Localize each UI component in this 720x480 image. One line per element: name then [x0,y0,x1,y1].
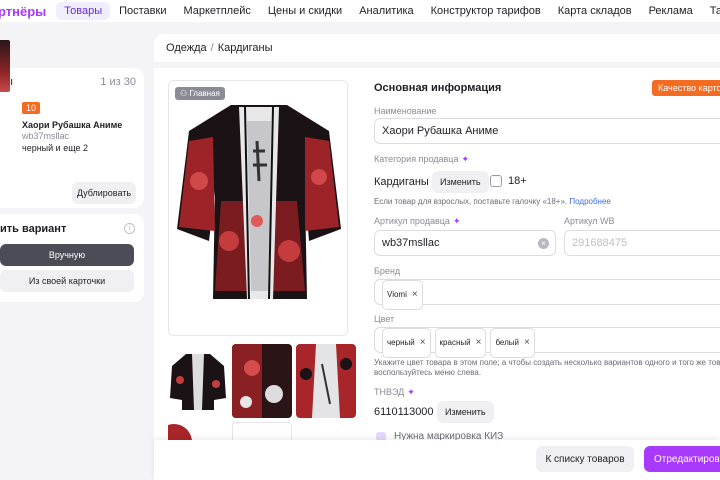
adult-hint: Если товар для взрослых, поставьте галоч… [374,197,611,206]
nav-item-ads[interactable]: Реклама [641,2,701,20]
brand-label: Бренд [374,266,401,276]
info-icon[interactable]: i [124,223,135,234]
add-variant-panel: ить вариант i Вручную Из своей карточки [0,214,144,302]
nav-item-prices[interactable]: Цены и скидки [260,2,350,20]
brand-chip[interactable]: Viomi × [382,280,423,310]
breadcrumb-item[interactable]: Одежда [166,42,207,54]
nav-item-tariff-builder[interactable]: Конструктор тарифов [423,2,549,20]
wb-article-label: Артикул WB [564,216,615,226]
tnved-label: ТНВЭД ✦ [374,387,415,397]
manual-button[interactable]: Вручную [0,244,134,266]
product-list-header: ты 1 из 30 [0,76,136,88]
nav-item-supplies[interactable]: Поставки [111,2,174,20]
back-to-list-button[interactable]: К списку товаров [536,446,634,472]
color-label: Цвет [374,314,395,324]
duplicate-button[interactable]: Дублировать [72,182,136,204]
product-counter: 1 из 30 [100,76,136,88]
photo-thumbnail[interactable] [168,344,228,418]
kimono-image [169,81,347,335]
change-tnved-button[interactable]: Изменить [437,401,494,423]
color-chip[interactable]: белый × [490,328,535,358]
more-link[interactable]: Подробнее [569,197,611,206]
change-category-button[interactable]: Изменить [432,171,489,193]
name-input[interactable]: Хаори Рубашка Аниме [374,118,720,144]
seller-article-label: Артикул продавца ✦ [374,216,461,226]
brand-logo[interactable]: ртнёры [0,4,46,19]
remove-icon[interactable]: × [420,337,426,348]
breadcrumb-item[interactable]: Кардиганы [218,42,273,54]
from-own-card-button[interactable]: Из своей карточки [0,270,134,292]
name-label: Наименование [374,106,437,116]
photo-thumbnail[interactable] [232,344,292,418]
adult-checkbox-label: 18+ [508,175,527,187]
category-value: Кардиганы [374,176,429,188]
add-variant-title: ить вариант [0,223,67,235]
color-input[interactable]: черный × красный × белый × [374,327,720,358]
sparkle-icon: ✦ [452,216,461,226]
wb-article-input: 291688475 [564,230,720,256]
divider [154,62,720,68]
category-label: Категория продавца ✦ [374,154,470,164]
remove-icon[interactable]: × [524,337,530,348]
nav-item-analytics[interactable]: Аналитика [351,2,421,20]
brand-input[interactable]: Viomi × [374,279,720,310]
product-thumbnail[interactable] [0,40,10,92]
breadcrumb: Одежда / Кардиганы [166,42,273,54]
clear-icon[interactable]: × [538,238,549,249]
nav-item-marketplace[interactable]: Маркетплейс [175,2,258,20]
product-colors: черный и еще 2 [22,143,89,153]
edit-button[interactable]: Отредактировать [644,446,720,472]
sparkle-icon: ✦ [407,387,415,397]
card-quality-button[interactable]: Качество карточки [652,80,720,96]
seller-article-input[interactable]: wb37msllac × [374,230,556,256]
remove-icon[interactable]: × [476,337,482,348]
remove-icon[interactable]: × [412,289,418,300]
color-hint: Укажите цвет товара в этом поле; а чтобы… [374,358,720,367]
sparkle-icon: ✦ [461,154,470,164]
product-vendor-code: wb37msllac [22,131,70,141]
color-chip[interactable]: черный × [382,328,431,358]
top-nav: ртнёры Товары Поставки Маркетплейс Цены … [0,0,720,22]
nav-item-products[interactable]: Товары [56,2,111,20]
nav-item-warehouse-map[interactable]: Карта складов [550,2,640,20]
product-card: Одежда / Кардиганы ⚇ Главная Основная ин… [154,34,720,480]
color-chip[interactable]: красный × [434,328,487,358]
section-title: Основная информация [374,82,502,94]
color-hint-2: воспользуйтесь меню слева. [374,368,482,377]
tnved-value: 6110113000 [374,406,434,418]
product-name[interactable]: Хаори Рубашка Аниме [22,120,122,130]
photo-thumbnail[interactable] [296,344,356,418]
nav-item-tariffs[interactable]: Тарифы [702,2,720,20]
product-badge: 10 [22,102,41,114]
adult-checkbox[interactable] [490,175,502,187]
main-photo-tag: ⚇ Главная [175,87,225,100]
main-photo[interactable]: ⚇ Главная [168,80,348,336]
footer-bar: К списку товаров Отредактировать [154,440,720,480]
